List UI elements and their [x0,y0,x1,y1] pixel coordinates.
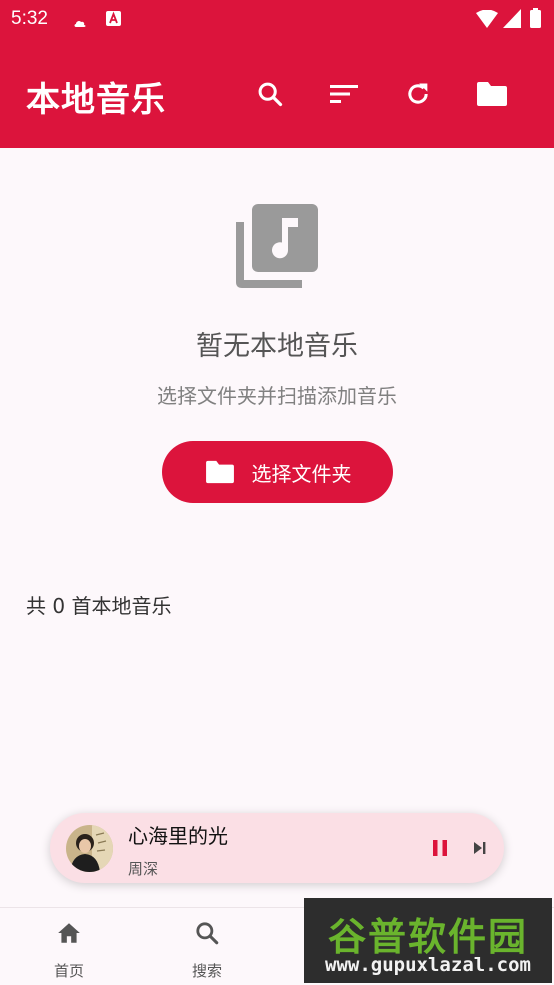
search-button[interactable] [250,74,290,114]
refresh-icon [408,83,428,104]
nav-item-search[interactable]: 搜索 [162,908,252,985]
refresh-button[interactable] [398,74,438,114]
wifi-icon [476,9,498,32]
watermark-brand: 谷普软件园 [327,915,528,959]
search-icon [258,82,283,107]
folder-icon [477,82,507,106]
music-library-icon [234,204,320,290]
home-icon [58,923,80,943]
status-time: 5:32 [11,8,48,29]
battery-icon [530,8,541,32]
folder-icon [205,460,234,484]
watermark-logo: 谷普软件园 www.gupuxlazal.com [304,898,552,983]
mini-player[interactable]: 心海里的光 周深 [50,813,504,883]
pause-button[interactable] [428,836,452,860]
album-cover[interactable] [66,825,113,872]
now-playing-title: 心海里的光 [128,824,228,848]
empty-state-title: 暂无本地音乐 [196,331,358,362]
sort-button[interactable] [324,74,364,114]
nav-label-home: 首页 [53,962,84,980]
select-folder-button[interactable]: 选择文件夹 [162,441,393,503]
watermark-url: www.gupuxlazal.com [325,954,531,976]
nav-item-home[interactable]: 首页 [24,908,114,985]
folder-button[interactable] [472,74,512,114]
search-icon [196,922,219,945]
app-notification-icon [106,11,121,30]
nav-label-search: 搜索 [191,962,222,980]
pause-icon [433,840,447,856]
now-playing-artist: 周深 [128,860,159,878]
select-folder-label: 选择文件夹 [251,461,352,486]
sort-icon [330,85,358,103]
skip-next-icon [474,842,486,854]
cloud-icon [74,13,86,32]
next-button[interactable] [468,836,492,860]
status-bar: 5:32 [0,0,554,38]
page-title: 本地音乐 [26,80,166,120]
app-bar: 本地音乐 [0,38,554,148]
signal-icon [503,9,521,32]
song-count-text: 共 0 首本地音乐 [26,594,172,618]
empty-state-subtitle: 选择文件夹并扫描添加音乐 [157,384,397,408]
